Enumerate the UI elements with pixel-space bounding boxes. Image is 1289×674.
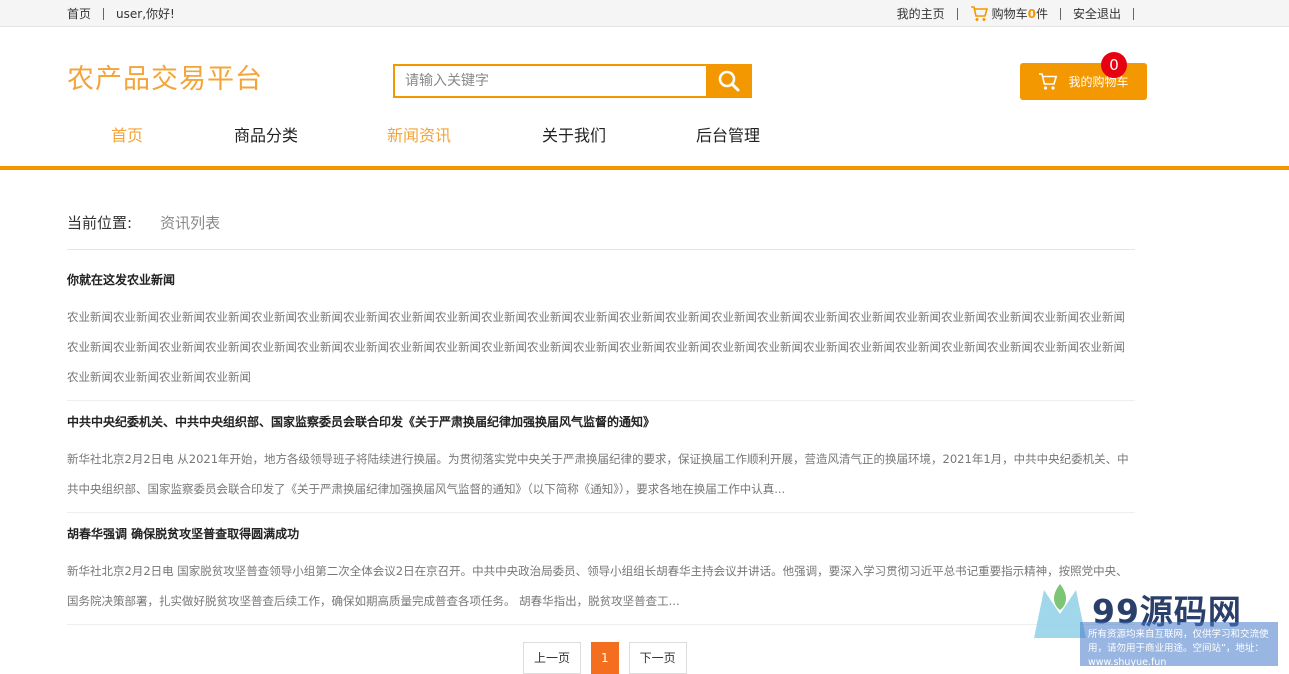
prev-page-button[interactable]: 上一页: [523, 642, 582, 674]
news-item: 你就在这发农业新闻 农业新闻农业新闻农业新闻农业新闻农业新闻农业新闻农业新闻农业…: [67, 272, 1135, 401]
divider: [67, 624, 1135, 625]
cart-icon: [970, 5, 988, 22]
top-bar-right: 我的主页 购物车 0 件 安全退出: [897, 5, 1146, 22]
breadcrumb-label: 当前位置:: [67, 214, 133, 232]
divider: [67, 249, 1135, 250]
news-summary: 农业新闻农业新闻农业新闻农业新闻农业新闻农业新闻农业新闻农业新闻农业新闻农业新闻…: [67, 310, 1125, 384]
logout-link[interactable]: 安全退出: [1073, 5, 1121, 22]
watermark-notice: 所有资源均来自互联网，仅供学习和交流使用，请勿用于商业用途。空间站”，地址：ww…: [1080, 622, 1278, 668]
top-home-link[interactable]: 首页: [67, 5, 91, 22]
mini-cart-unit: 件: [1035, 7, 1048, 21]
page-1-button[interactable]: 1: [591, 642, 619, 674]
mini-cart-link[interactable]: 购物车 0 件: [970, 5, 1048, 22]
top-bar: 首页 user,你好! 我的主页 购物车 0 件 安全退出: [0, 0, 1289, 27]
user-greeting: user,你好!: [116, 7, 175, 21]
divider: [67, 400, 1135, 401]
next-page-button[interactable]: 下一页: [628, 642, 687, 674]
mini-cart-count: 0: [1027, 6, 1036, 21]
news-title[interactable]: 你就在这发农业新闻: [67, 272, 1135, 288]
news-title[interactable]: 中共中央纪委机关、中共中央组织部、国家监察委员会联合印发《关于严肃换届纪律加强换…: [67, 414, 1135, 430]
nav-home[interactable]: 首页: [111, 110, 143, 166]
divider: [103, 7, 105, 20]
pagination: 上一页 1 下一页: [523, 642, 687, 674]
main-nav: 首页 商品分类 新闻资讯 关于我们 后台管理: [0, 110, 1289, 170]
divider: [1133, 7, 1134, 20]
search-input[interactable]: [393, 64, 706, 98]
cart-icon: [1038, 72, 1058, 91]
nav-about[interactable]: 关于我们: [542, 110, 606, 166]
divider: [956, 7, 958, 20]
my-cart-button[interactable]: 我的购物车: [1020, 63, 1147, 100]
news-item: 中共中央纪委机关、中共中央组织部、国家监察委员会联合印发《关于严肃换届纪律加强换…: [67, 414, 1135, 513]
nav-categories[interactable]: 商品分类: [234, 110, 298, 166]
search-button[interactable]: [706, 64, 752, 98]
breadcrumb: 当前位置: 资讯列表: [67, 212, 220, 233]
news-title[interactable]: 胡春华强调 确保脱贫攻坚普查取得圆满成功: [67, 526, 1135, 542]
cart-count-badge: 0: [1101, 52, 1127, 78]
my-home-link[interactable]: 我的主页: [897, 5, 945, 22]
breadcrumb-current: 资讯列表: [160, 214, 221, 232]
news-summary: 新华社北京2月2日电 从2021年开始，地方各级领导班子将陆续进行换届。为贯彻落…: [67, 452, 1129, 496]
mini-cart-label: 购物车: [991, 7, 1028, 21]
top-bar-left: 首页 user,你好!: [67, 5, 175, 22]
search-icon: [717, 69, 741, 93]
divider: [67, 512, 1135, 513]
site-logo[interactable]: 农产品交易平台: [67, 57, 263, 96]
divider: [1059, 7, 1061, 20]
search-bar: [393, 64, 752, 98]
news-item: 胡春华强调 确保脱贫攻坚普查取得圆满成功 新华社北京2月2日电 国家脱贫攻坚普查…: [67, 526, 1135, 625]
news-summary: 新华社北京2月2日电 国家脱贫攻坚普查领导小组第二次全体会议2日在京召开。中共中…: [67, 564, 1128, 608]
nav-admin[interactable]: 后台管理: [696, 110, 760, 166]
nav-news[interactable]: 新闻资讯: [387, 110, 451, 166]
